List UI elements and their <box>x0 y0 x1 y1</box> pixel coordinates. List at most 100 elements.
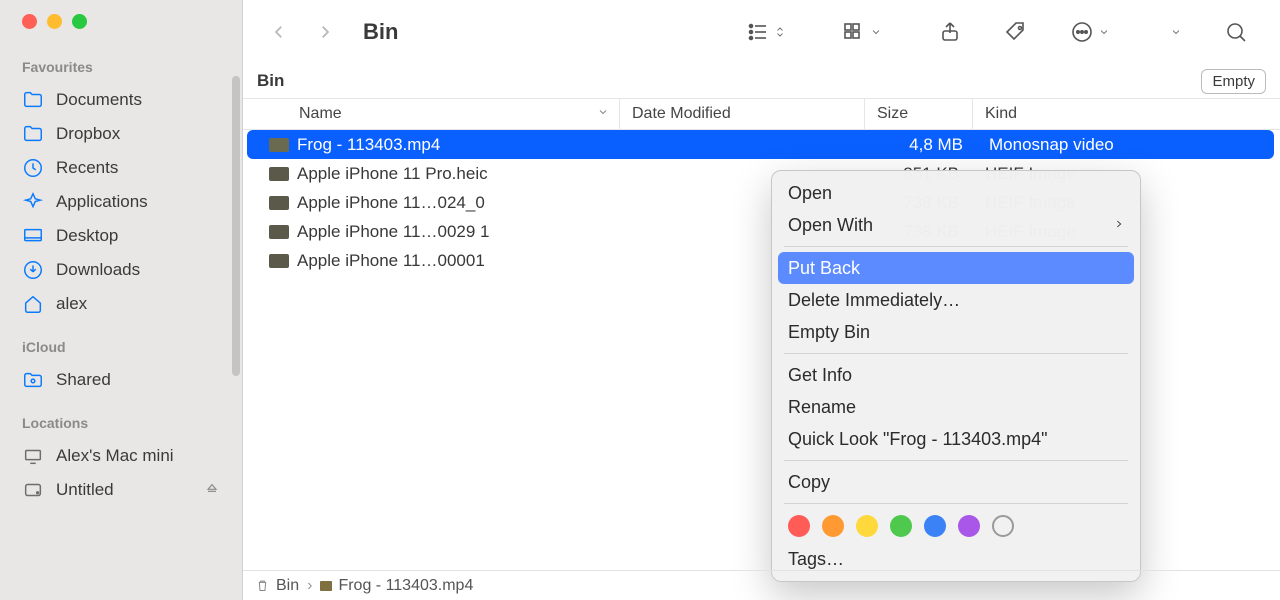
menu-item-label: Tags… <box>788 549 844 570</box>
tags-button[interactable] <box>998 14 1034 50</box>
location-bar: Bin Empty <box>243 64 1280 98</box>
path-item-bin[interactable]: Bin <box>255 577 299 595</box>
file-name: Apple iPhone 11…0029 1 <box>297 222 490 242</box>
sidebar-item-label: Dropbox <box>56 124 120 144</box>
menu-item-delete-immediately[interactable]: Delete Immediately… <box>772 284 1140 316</box>
tag-yellow[interactable] <box>856 515 878 537</box>
minimize-window-button[interactable] <box>47 14 62 29</box>
sidebar-item-label: Documents <box>56 90 142 110</box>
menu-item-open[interactable]: Open <box>772 177 1140 209</box>
group-button[interactable] <box>836 14 888 50</box>
menu-item-label: Quick Look "Frog - 113403.mp4" <box>788 429 1048 450</box>
eject-icon[interactable] <box>204 480 220 501</box>
chevron-down-icon <box>1098 26 1110 38</box>
sidebar-item-disk[interactable]: Untitled <box>0 473 242 507</box>
file-thumbnail-icon <box>269 138 289 152</box>
trash-icon <box>255 577 270 594</box>
tag-blue[interactable] <box>924 515 946 537</box>
location-label: Bin <box>257 71 284 91</box>
column-name-label: Name <box>299 105 342 123</box>
search-button[interactable] <box>1218 14 1254 50</box>
sidebar-item-applications[interactable]: Applications <box>0 185 242 219</box>
sidebar-item-home[interactable]: alex <box>0 287 242 321</box>
home-icon <box>22 293 44 315</box>
window-controls <box>0 14 242 29</box>
tag-purple[interactable] <box>958 515 980 537</box>
menu-separator <box>784 460 1128 461</box>
tag-red[interactable] <box>788 515 810 537</box>
sidebar-section-locations: Locations <box>0 415 242 439</box>
file-name: Apple iPhone 11 Pro.heic <box>297 164 488 184</box>
window-title: Bin <box>363 19 398 45</box>
sidebar-item-label: alex <box>56 294 87 314</box>
file-size: 4,8 MB <box>869 135 977 155</box>
path-item-label: Frog - 113403.mp4 <box>338 577 473 595</box>
tag-none[interactable] <box>992 515 1014 537</box>
applications-icon <box>22 191 44 213</box>
menu-item-label: Put Back <box>788 258 860 279</box>
clock-icon <box>22 157 44 179</box>
file-thumbnail-icon <box>269 225 289 239</box>
menu-separator <box>784 503 1128 504</box>
sidebar-item-recents[interactable]: Recents <box>0 151 242 185</box>
back-button[interactable] <box>263 16 295 48</box>
sidebar-item-label: Applications <box>56 192 148 212</box>
column-name[interactable]: Name <box>243 99 620 129</box>
column-size[interactable]: Size <box>865 99 973 129</box>
menu-item-label: Open <box>788 183 832 204</box>
path-separator-icon: › <box>307 577 312 595</box>
sort-indicator-icon <box>597 105 609 123</box>
empty-bin-button[interactable]: Empty <box>1201 69 1266 94</box>
menu-item-put-back[interactable]: Put Back <box>778 252 1134 284</box>
sidebar-item-computer[interactable]: Alex's Mac mini <box>0 439 242 473</box>
column-kind-label: Kind <box>985 105 1017 123</box>
file-name: Apple iPhone 11…024_0 <box>297 193 485 213</box>
menu-separator <box>784 246 1128 247</box>
tag-orange[interactable] <box>822 515 844 537</box>
view-list-button[interactable] <box>740 14 792 50</box>
path-item-file[interactable]: Frog - 113403.mp4 <box>320 577 473 595</box>
sidebar-scrollbar[interactable] <box>232 76 240 376</box>
shared-folder-icon <box>22 369 44 391</box>
menu-item-label: Delete Immediately… <box>788 290 960 311</box>
tag-color-row <box>772 509 1140 543</box>
menu-item-copy[interactable]: Copy <box>772 466 1140 498</box>
more-button[interactable] <box>1064 14 1116 50</box>
sidebar-item-label: Downloads <box>56 260 140 280</box>
menu-item-open-with[interactable]: Open With <box>772 209 1140 241</box>
menu-item-rename[interactable]: Rename <box>772 391 1140 423</box>
context-menu: Open Open With Put Back Delete Immediate… <box>771 170 1141 582</box>
forward-button[interactable] <box>309 16 341 48</box>
path-bar: Bin › Frog - 113403.mp4 <box>243 570 1280 600</box>
menu-item-empty-bin[interactable]: Empty Bin <box>772 316 1140 348</box>
sidebar: Favourites Documents Dropbox Recents App… <box>0 0 243 600</box>
file-row[interactable]: Frog - 113403.mp4 4,8 MB Monosnap video <box>247 130 1274 159</box>
sidebar-section-favourites: Favourites <box>0 59 242 83</box>
file-name: Frog - 113403.mp4 <box>297 135 440 155</box>
file-thumbnail-icon <box>320 581 332 591</box>
sidebar-item-label: Desktop <box>56 226 118 246</box>
tag-green[interactable] <box>890 515 912 537</box>
submenu-chevron-icon <box>1114 215 1124 236</box>
sidebar-item-shared[interactable]: Shared <box>0 363 242 397</box>
menu-item-label: Copy <box>788 472 830 493</box>
menu-item-get-info[interactable]: Get Info <box>772 359 1140 391</box>
close-window-button[interactable] <box>22 14 37 29</box>
desktop-icon <box>22 225 44 247</box>
column-date[interactable]: Date Modified <box>620 99 865 129</box>
share-button[interactable] <box>932 14 968 50</box>
dropdown-button[interactable] <box>1160 14 1188 50</box>
sidebar-item-desktop[interactable]: Desktop <box>0 219 242 253</box>
menu-item-label: Rename <box>788 397 856 418</box>
menu-separator <box>784 353 1128 354</box>
column-kind[interactable]: Kind <box>973 105 1280 123</box>
path-item-label: Bin <box>276 577 299 595</box>
sidebar-item-label: Untitled <box>56 480 114 500</box>
sidebar-item-downloads[interactable]: Downloads <box>0 253 242 287</box>
sidebar-item-dropbox[interactable]: Dropbox <box>0 117 242 151</box>
sidebar-item-documents[interactable]: Documents <box>0 83 242 117</box>
fullscreen-window-button[interactable] <box>72 14 87 29</box>
download-icon <box>22 259 44 281</box>
file-kind: Monosnap video <box>977 135 1274 155</box>
menu-item-quick-look[interactable]: Quick Look "Frog - 113403.mp4" <box>772 423 1140 455</box>
